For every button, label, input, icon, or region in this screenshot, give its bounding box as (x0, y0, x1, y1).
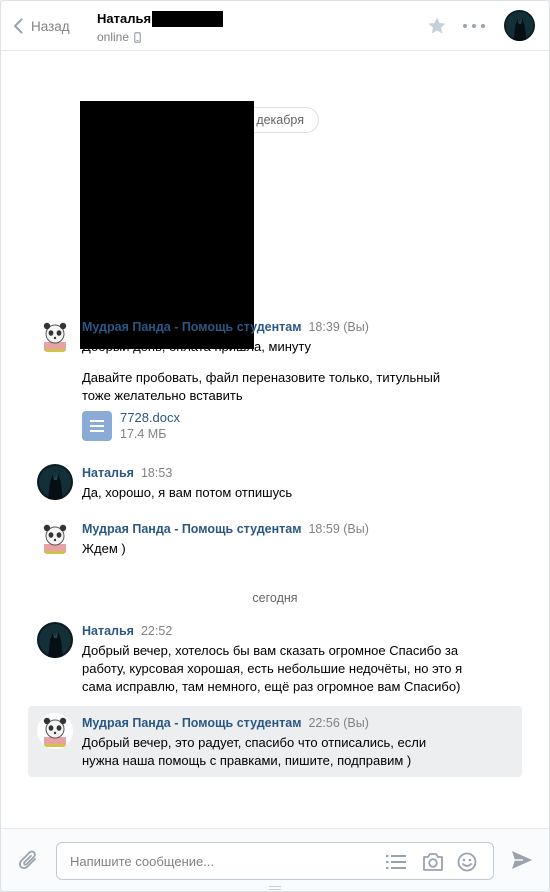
message-time[interactable]: 22:56 (Вы) (308, 716, 368, 730)
panda-avatar-icon (37, 520, 73, 556)
sender-name[interactable]: Мудрая Панда - Помощь студентам (82, 716, 301, 730)
message-text: Ждем ) (82, 540, 126, 558)
document-attachment[interactable]: 7728.docx 17.4 МБ (82, 410, 180, 442)
message-item-selected[interactable]: Мудрая Панда - Помощь студентам 22:56 (Вы… (28, 706, 522, 777)
message-composer (1, 828, 549, 891)
star-icon[interactable] (427, 16, 447, 36)
message-text: Добрый вечер, это радует, спасибо что от… (82, 734, 426, 770)
message-item: Мудрая Панда - Помощь студентам 18:39 (Вы… (1, 314, 549, 444)
message-input-box[interactable] (56, 842, 494, 880)
message-item: Наталья 18:53 Да, хорошо, я вам потом отп… (1, 462, 549, 502)
message-item: Мудрая Панда - Помощь студентам 18:59 (Вы… (1, 518, 549, 558)
document-name[interactable]: 7728.docx (120, 410, 180, 426)
message-line: тоже желательно вставить (82, 388, 243, 403)
messenger-window: Назад Наталья online декабря Мудрая Панд… (0, 0, 550, 892)
mobile-icon (134, 31, 141, 43)
sender-name[interactable]: Мудрая Панда - Помощь студентам (82, 320, 301, 334)
message-history[interactable]: декабря Мудрая Панда - Помощь студентам 1… (1, 52, 549, 828)
back-label: Назад (31, 18, 70, 34)
message-time[interactable]: 22:52 (141, 624, 172, 638)
chevron-left-icon (14, 18, 23, 34)
send-icon[interactable] (511, 850, 533, 870)
peer-avatar[interactable] (504, 10, 535, 41)
more-actions-button[interactable] (463, 16, 485, 36)
message-line: Да, хорошо, я вам потом отпишусь (82, 485, 293, 500)
smile-icon[interactable] (457, 852, 477, 872)
sender-avatar[interactable] (37, 464, 73, 500)
message-time[interactable]: 18:53 (141, 466, 172, 480)
camera-icon[interactable] (422, 852, 444, 872)
sender-avatar[interactable] (37, 622, 73, 658)
back-button[interactable]: Назад (13, 16, 70, 36)
message-line: Давайте пробовать, файл переназовите тол… (82, 370, 441, 385)
message-text: Да, хорошо, я вам потом отпишусь (82, 484, 292, 502)
document-size: 17.4 МБ (120, 427, 167, 441)
peer-name: Наталья (97, 11, 152, 26)
dot-icon (463, 24, 467, 28)
template-list-icon[interactable] (386, 853, 406, 871)
message-line: Добрый вечер, хотелось бы вам сказать ог… (82, 643, 459, 658)
sender-avatar[interactable] (37, 713, 73, 749)
message-line: Добрый день, оплата пришла, минуту (82, 339, 311, 354)
panda-avatar-icon (37, 713, 73, 749)
sender-name[interactable]: Наталья (82, 466, 134, 480)
sender-avatar[interactable] (37, 318, 73, 354)
message-line: Ждем ) (82, 541, 126, 556)
dark-silhouette-avatar-icon (37, 464, 73, 500)
message-time[interactable]: 18:39 (Вы) (308, 320, 368, 334)
resize-grip[interactable] (269, 886, 281, 890)
peer-info[interactable]: Наталья online (97, 10, 224, 44)
message-line: Добрый вечер, это радует, спасибо что от… (82, 735, 427, 750)
message-input[interactable] (70, 852, 370, 870)
sender-name[interactable]: Мудрая Панда - Помощь студентам (82, 522, 301, 536)
sender-name[interactable]: Наталья (82, 624, 134, 638)
dark-silhouette-avatar-icon (504, 10, 535, 41)
peer-status: online (97, 30, 130, 44)
sender-avatar[interactable] (37, 520, 73, 556)
redacted-photo[interactable] (80, 101, 254, 349)
chat-header: Назад Наталья online (1, 1, 549, 51)
message-text: Добрый день, оплата пришла, минуту (82, 338, 311, 356)
redaction-bar (152, 10, 224, 27)
message-text: Добрый вечер, хотелось бы вам сказать ог… (82, 642, 462, 696)
paperclip-icon[interactable] (18, 849, 40, 873)
dark-silhouette-avatar-icon (37, 622, 73, 658)
message-time[interactable]: 18:59 (Вы) (308, 522, 368, 536)
message-item: Наталья 22:52 Добрый вечер, хотелось бы в… (1, 620, 549, 696)
message-line: работу, курсовая хорошая, есть небольшие… (82, 661, 463, 676)
panda-avatar-icon (37, 318, 73, 354)
document-icon (82, 411, 112, 441)
dot-icon (472, 24, 476, 28)
message-text: Давайте пробовать, файл переназовите тол… (82, 369, 440, 405)
date-separator: сегодня (252, 591, 298, 605)
message-line: нужна наша помощь с правками, пишите, по… (82, 753, 412, 768)
dot-icon (481, 24, 485, 28)
message-line: сама исправлю, там немного, ещё раз огро… (82, 679, 461, 694)
date-partial-label: декабря (256, 113, 304, 127)
